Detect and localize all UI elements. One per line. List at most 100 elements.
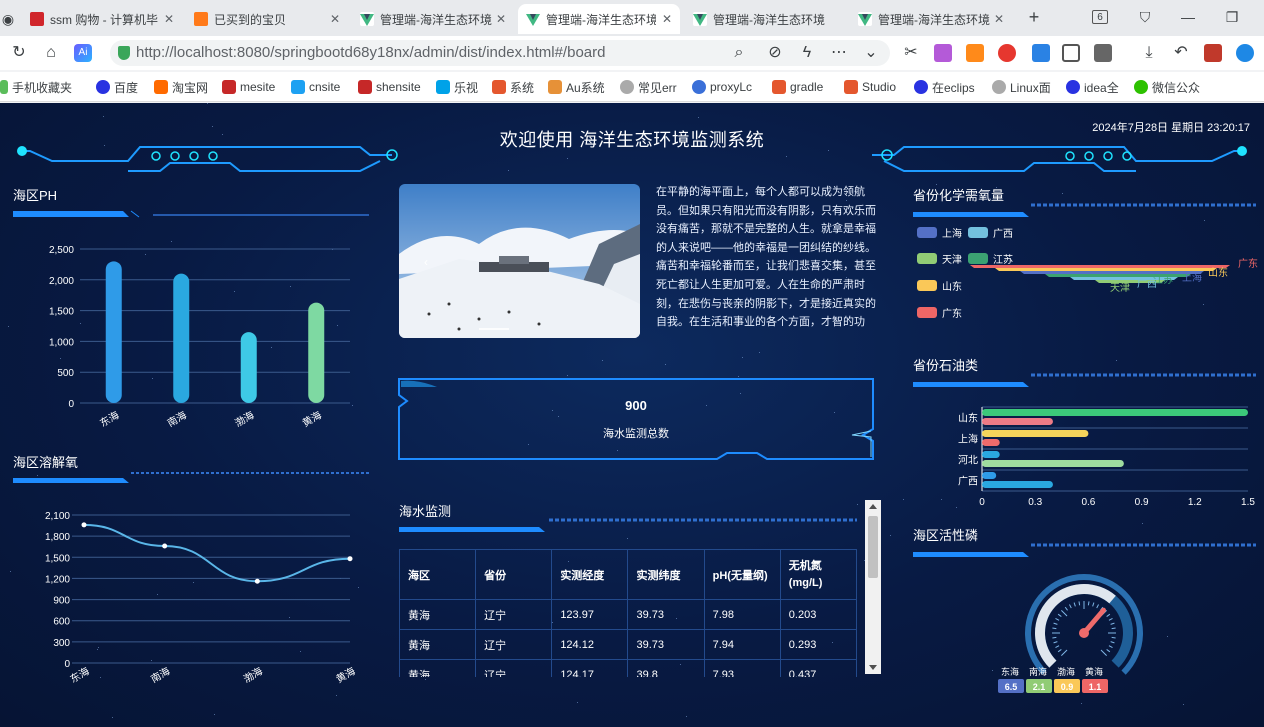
gauge-tick — [1092, 602, 1095, 607]
bookmark-item[interactable]: 淘宝网 — [154, 78, 208, 96]
legend-item[interactable]: 广西 — [968, 225, 1013, 240]
scroll-up-icon[interactable] — [869, 504, 877, 509]
bar-南海 — [173, 273, 190, 403]
bookmark-item[interactable]: 手机收藏夹 — [0, 78, 72, 96]
bar-渤海 — [240, 332, 257, 403]
bookmark-item[interactable]: Linux面 — [992, 78, 1051, 96]
bookmark-item[interactable]: mesite — [222, 78, 275, 96]
bar-上海 — [982, 430, 1089, 437]
bar-广西 — [982, 472, 997, 479]
bookmark-item[interactable]: idea全 — [1066, 78, 1119, 96]
legend-swatch — [968, 227, 988, 238]
close-tab-icon[interactable]: ✕ — [662, 12, 672, 26]
bookmark-item[interactable]: 百度 — [96, 78, 138, 96]
reload-icon[interactable]: ↻ — [8, 42, 30, 64]
gauge-tick — [1100, 649, 1107, 656]
gauge-tick — [1111, 636, 1116, 639]
close-tab-icon[interactable]: ✕ — [164, 12, 174, 26]
scroll-down-icon[interactable] — [869, 665, 877, 670]
close-tab-icon[interactable]: ✕ — [330, 12, 340, 26]
mail-icon[interactable] — [1032, 44, 1050, 62]
tab-ssm[interactable]: ssm 购物 - 计算机毕 ✕ — [22, 4, 182, 34]
bookmark-item[interactable]: 常见err — [620, 78, 677, 96]
scroll-thumb[interactable] — [868, 516, 878, 578]
legend-label: 山东 — [942, 282, 962, 293]
bookmark-item[interactable]: Studio — [844, 78, 896, 96]
bookmark-item[interactable]: 在eclips — [914, 78, 975, 96]
compass-icon[interactable]: ⊘ — [764, 42, 786, 64]
translate-icon[interactable] — [934, 44, 952, 62]
tab-admin-1[interactable]: 管理端-海洋生态环境 ✕ — [352, 4, 514, 34]
legend-item[interactable]: 山东 — [917, 278, 962, 293]
legend-label: 广西 — [993, 229, 1013, 240]
tab-admin-3[interactable]: 管理端-海洋生态环境 — [685, 4, 847, 34]
kpi-label: 海水监测总数 — [603, 428, 669, 440]
bar-山东 — [982, 409, 1248, 416]
briefcase-icon[interactable] — [1204, 44, 1222, 62]
home-icon[interactable]: ⌂ — [40, 42, 62, 64]
bookmark-item[interactable]: 乐视 — [436, 78, 478, 96]
legend-item[interactable]: 上海 — [917, 225, 962, 240]
tv-icon — [436, 80, 450, 94]
gauge-tick — [1055, 645, 1060, 648]
gauge-label: 黄海 — [1085, 666, 1103, 677]
star-dot — [742, 357, 743, 358]
section-underline — [913, 203, 1256, 217]
bookmark-item[interactable]: 微信公众 — [1134, 78, 1200, 96]
gauge-value: 1.1 — [1089, 682, 1102, 692]
bookmark-item[interactable]: shensite — [358, 78, 421, 96]
legend-item[interactable]: 天津 — [917, 251, 962, 266]
browser-tab-bar: ◉ ssm 购物 - 计算机毕 ✕ 已买到的宝贝 ✕ 管理端-海洋生态环境 ✕ … — [0, 0, 1264, 36]
tab-admin-4[interactable]: 管理端-海洋生态环境 ✕ — [850, 4, 1012, 34]
search-icon[interactable]: ⌕ — [728, 42, 750, 64]
restore-icon[interactable]: ❐ — [1220, 6, 1244, 28]
ai-icon[interactable]: Ai — [74, 44, 92, 62]
undo-icon[interactable]: ↶ — [1170, 42, 1192, 64]
shirt-icon[interactable]: ⛉ — [1133, 6, 1157, 28]
weibo-icon[interactable] — [998, 44, 1016, 62]
close-tab-icon[interactable]: ✕ — [994, 12, 1004, 26]
gauge-tick — [1064, 606, 1068, 611]
wallet-icon[interactable] — [1062, 44, 1080, 62]
funnel-label: 广东 — [1238, 257, 1258, 270]
table-scrollbar[interactable] — [865, 500, 881, 674]
bookmark-item[interactable]: 系统 — [492, 78, 534, 96]
tab-admin-active[interactable]: 管理端-海洋生态环境 ✕ — [518, 4, 680, 34]
extensions-icon[interactable] — [1094, 44, 1112, 62]
more-icon[interactable]: ⋯ — [828, 42, 850, 64]
close-tab-icon[interactable]: ✕ — [496, 12, 506, 26]
phosphorus-gauge-chart: 东海 6.5 南海 2.1 渤海 0.9 黄海 1.1 — [998, 574, 1143, 693]
star-dot — [1142, 523, 1143, 524]
lightning-icon[interactable]: ϟ — [796, 42, 818, 64]
kpi-frame — [398, 378, 874, 460]
game-icon[interactable] — [966, 44, 984, 62]
baidu-icon — [96, 80, 110, 94]
gauge-label: 南海 — [1029, 666, 1047, 677]
star-dot — [1081, 703, 1082, 704]
gauge-tick — [1055, 618, 1060, 621]
new-tab-button[interactable]: + — [1022, 6, 1046, 28]
tab-taobao[interactable]: 已买到的宝贝 ✕ — [186, 4, 348, 34]
bookmark-item[interactable]: proxyLc — [692, 78, 752, 96]
browser-menu-icon[interactable]: ◉ — [0, 8, 16, 30]
edge-icon[interactable] — [1236, 44, 1254, 62]
bookmark-item[interactable]: Au系统 — [548, 78, 605, 96]
image-carousel[interactable]: ‹ — [399, 184, 640, 338]
bookmark-item[interactable]: gradle — [772, 78, 823, 96]
scissors-icon[interactable]: ✂ — [900, 42, 922, 64]
x-tick-label: 0.6 — [1081, 497, 1095, 508]
chevron-down-icon[interactable]: ⌄ — [860, 42, 882, 64]
star-dot — [759, 352, 760, 353]
funnel-slice-广东 — [970, 265, 1230, 268]
tab-count-badge[interactable]: 6 — [1092, 10, 1108, 24]
svg-text:‹: ‹ — [424, 255, 428, 269]
gauge-tick — [1057, 613, 1062, 617]
y-tick-label: 500 — [57, 368, 74, 379]
bookmark-item[interactable]: cnsite — [291, 78, 340, 96]
bar-黄海 — [308, 302, 325, 403]
legend-item[interactable]: 广东 — [917, 305, 962, 320]
star-dot — [1183, 704, 1184, 705]
point-黄海 — [347, 556, 353, 562]
download-icon[interactable]: ⤓ — [1138, 42, 1160, 64]
minimize-icon[interactable]: — — [1176, 6, 1200, 28]
